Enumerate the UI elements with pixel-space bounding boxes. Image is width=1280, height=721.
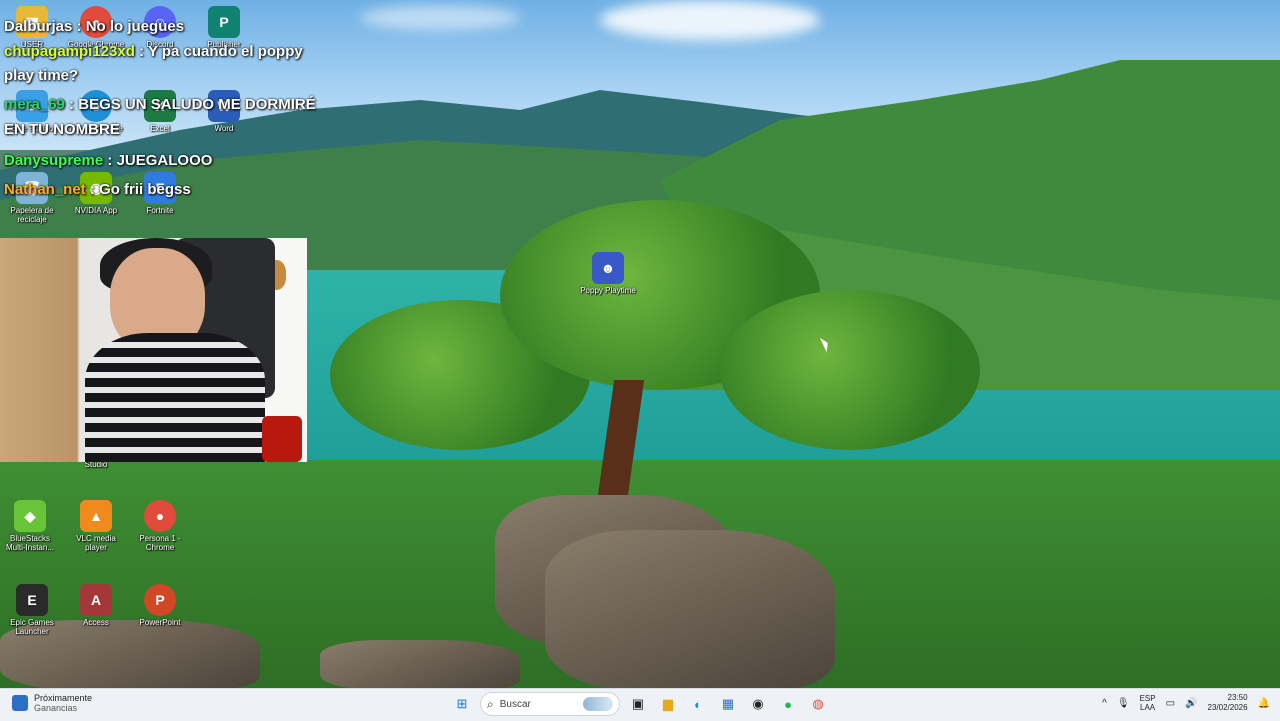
bluestacks-icon: ◆ bbox=[14, 500, 46, 532]
search-icon: ⌕ bbox=[487, 696, 494, 711]
chevron-up-icon[interactable]: ^ bbox=[1102, 698, 1107, 709]
microphone-icon[interactable]: 🎙 bbox=[1117, 698, 1130, 709]
desktop-icon-label: Persona 1 - Chrome bbox=[139, 534, 181, 552]
taskbar-widget[interactable]: Próximamente Ganancias bbox=[12, 693, 92, 713]
clock-time: 23:50 bbox=[1227, 693, 1248, 702]
chat-separator: : bbox=[85, 181, 100, 198]
tree-canopy bbox=[720, 290, 980, 450]
chat-username: Nathan_net bbox=[4, 181, 86, 198]
chat-username: chupagampi123xd bbox=[4, 43, 135, 60]
chat-text: No lo juegues bbox=[85, 18, 185, 35]
vlc-icon: ▲ bbox=[80, 500, 112, 532]
chat-message: Nathan_net : Go frii begss bbox=[4, 175, 324, 204]
desktop-icon-powerpoint[interactable]: P PowerPoint bbox=[130, 584, 190, 627]
desktop-icon-persona1-chrome[interactable]: ● Persona 1 - Chrome bbox=[130, 500, 190, 552]
webcam-lamp bbox=[262, 416, 302, 462]
desktop-icon-label: Epic Games Launcher bbox=[10, 618, 54, 636]
chat-separator: : bbox=[64, 96, 79, 113]
chat-message: mera_69 : BEGS UN SALUDO ME DORMIRÉ EN T… bbox=[4, 92, 324, 142]
language-top: ESP bbox=[1139, 694, 1156, 703]
desktop-icon-vlc[interactable]: ▲ VLC media player bbox=[66, 500, 126, 552]
desktop-icon-bluestacks[interactable]: ◆ BlueStacks Multi-Instan... bbox=[0, 500, 60, 552]
clock-date: 23/02/2026 bbox=[1207, 703, 1248, 712]
desktop-icon-label: BlueStacks Multi-Instan... bbox=[5, 534, 54, 552]
spotify-icon[interactable]: ● bbox=[776, 692, 800, 716]
rock bbox=[545, 530, 835, 690]
widget-subtitle: Ganancias bbox=[34, 703, 78, 713]
language-indicator[interactable]: ESP LAA bbox=[1140, 694, 1156, 712]
notification-bell-icon[interactable]: 🔔 bbox=[1258, 698, 1270, 709]
file-explorer-icon[interactable]: ▆ bbox=[656, 692, 680, 716]
chat-separator: : bbox=[134, 43, 148, 60]
chat-separator: : bbox=[72, 18, 86, 35]
store-icon[interactable]: ▦ bbox=[716, 692, 740, 716]
task-view-icon[interactable]: ▣ bbox=[626, 692, 650, 716]
chat-separator: : bbox=[103, 152, 117, 169]
desktop-icon-label: NVIDIA App bbox=[74, 206, 118, 215]
desktop-icon-label: VLC media player bbox=[76, 534, 116, 552]
search-highlight-image bbox=[583, 697, 613, 711]
wallpaper-cloud bbox=[600, 0, 820, 40]
clock[interactable]: 23:50 23/02/2026 bbox=[1208, 693, 1248, 713]
access-icon: A bbox=[80, 584, 112, 616]
chat-username: Dalburjas bbox=[4, 18, 73, 35]
wallpaper-cloud bbox=[360, 5, 520, 30]
chat-message: Dalburjas : No lo juegues bbox=[4, 14, 324, 40]
desktop-icon-access[interactable]: A Access bbox=[66, 584, 126, 627]
powerpoint-icon: P bbox=[144, 584, 176, 616]
desktop-icon-poppy-playtime[interactable]: ☻ Poppy Playtime bbox=[578, 252, 638, 295]
search-placeholder: Buscar bbox=[499, 698, 531, 710]
chat-username: mera_69 bbox=[4, 96, 65, 113]
chat-username: Danysupreme bbox=[4, 152, 104, 169]
epic-games-icon: E bbox=[16, 584, 48, 616]
stream-chat-overlay: Dalburjas : No lo juegues chupagampi123x… bbox=[4, 0, 324, 204]
desktop-icon-epic-games[interactable]: E Epic Games Launcher bbox=[2, 584, 62, 636]
network-icon[interactable]: ▭ bbox=[1166, 698, 1175, 709]
chrome-icon: ● bbox=[144, 500, 176, 532]
taskbar-center: ⊞ ⌕ Buscar ▣ ▆ ◐ ▦ ◉ ● ◍ bbox=[450, 692, 830, 716]
desktop-icon-label: Access bbox=[83, 618, 109, 627]
chat-message: chupagampi123xd : Y pa cuando el poppy p… bbox=[4, 40, 324, 88]
webcam-overlay bbox=[0, 238, 307, 462]
desktop-icon-label: Papelera de reciclaje bbox=[10, 206, 54, 224]
taskbar-search[interactable]: ⌕ Buscar bbox=[480, 692, 620, 716]
chat-text: Go frii begss bbox=[99, 181, 191, 198]
desktop-icon-label: Poppy Playtime bbox=[580, 286, 636, 295]
chrome-icon[interactable]: ◍ bbox=[806, 692, 830, 716]
widget-icon bbox=[12, 695, 28, 711]
edge-icon[interactable]: ◐ bbox=[686, 692, 710, 716]
chat-message: Danysupreme : JUEGALOOO bbox=[4, 146, 324, 175]
desktop-icon-label: PowerPoint bbox=[139, 618, 181, 627]
system-tray: ^ 🎙 ESP LAA ▭ 🔊 23:50 23/02/2026 🔔 bbox=[1102, 693, 1270, 713]
chat-text: JUEGALOOO bbox=[116, 152, 213, 169]
language-bottom: LAA bbox=[1140, 703, 1156, 712]
widget-title: Próximamente bbox=[34, 693, 93, 703]
taskbar: Próximamente Ganancias ⊞ ⌕ Buscar ▣ ▆ ◐ … bbox=[0, 688, 1280, 721]
volume-icon[interactable]: 🔊 bbox=[1185, 698, 1197, 709]
obs-icon[interactable]: ◉ bbox=[746, 692, 770, 716]
desktop-icon-label: Fortnite bbox=[146, 206, 174, 215]
webcam-person-shirt bbox=[85, 333, 265, 462]
start-button[interactable]: ⊞ bbox=[450, 692, 474, 716]
poppy-playtime-icon: ☻ bbox=[592, 252, 624, 284]
rock bbox=[320, 640, 520, 690]
